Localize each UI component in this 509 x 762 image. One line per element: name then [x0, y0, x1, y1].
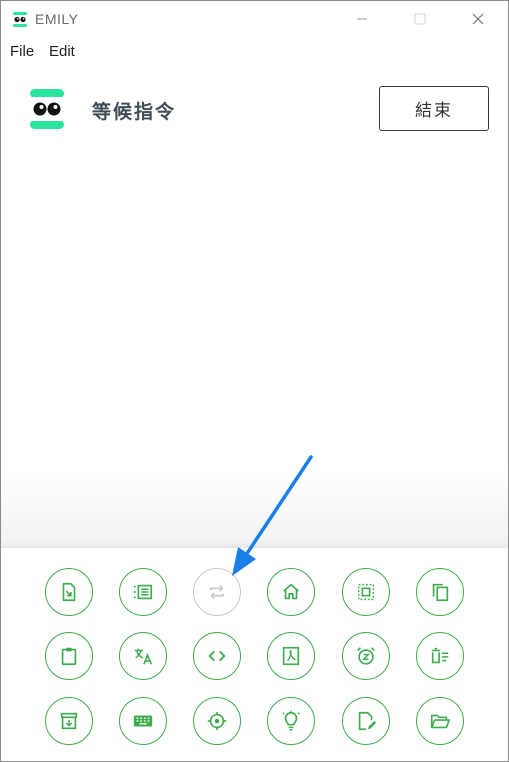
- list-icon: [133, 584, 153, 600]
- snooze-alarm-button[interactable]: [342, 632, 390, 680]
- menu-bar: File Edit: [1, 39, 508, 65]
- maximize-button[interactable]: [391, 1, 449, 37]
- title-bar[interactable]: EMILY: [1, 1, 508, 37]
- code-button[interactable]: [193, 632, 241, 680]
- translate-icon: [134, 648, 153, 665]
- crosshair-button[interactable]: [193, 697, 241, 745]
- home-icon: [283, 583, 299, 600]
- response-area: [1, 151, 508, 547]
- copy-button[interactable]: [416, 568, 464, 616]
- edit-file-icon: [358, 711, 377, 731]
- pdf-button[interactable]: [267, 632, 315, 680]
- list-button[interactable]: [119, 568, 167, 616]
- home-button[interactable]: [267, 568, 315, 616]
- clipboard-icon: [61, 647, 77, 666]
- edit-file-button[interactable]: [342, 697, 390, 745]
- close-window-button[interactable]: [449, 1, 507, 37]
- status-header: 等候指令 結束: [1, 81, 508, 141]
- file-export-button[interactable]: [45, 568, 93, 616]
- folder-open-icon: [430, 714, 450, 729]
- copy-icon: [432, 583, 449, 602]
- close-icon: [472, 13, 484, 25]
- minimize-icon: [357, 18, 367, 20]
- menu-edit[interactable]: Edit: [49, 43, 75, 60]
- snooze-alarm-icon: [357, 647, 375, 665]
- file-export-icon: [62, 582, 76, 602]
- end-button[interactable]: 結束: [379, 86, 489, 131]
- tool-panel: [1, 547, 508, 761]
- window-title: EMILY: [35, 11, 79, 27]
- lightbulb-button[interactable]: [267, 697, 315, 745]
- maximize-icon: [414, 13, 426, 25]
- status-text: 等候指令: [92, 102, 177, 123]
- select-all-icon: [357, 583, 375, 601]
- repeat-icon: [209, 584, 225, 600]
- archive-button[interactable]: [45, 697, 93, 745]
- keyboard-button[interactable]: [119, 697, 167, 745]
- delete-list-button[interactable]: [416, 632, 464, 680]
- select-all-button[interactable]: [342, 568, 390, 616]
- repeat-button[interactable]: [193, 568, 241, 616]
- code-icon: [208, 650, 226, 662]
- keyboard-icon: [133, 715, 153, 727]
- archive-icon: [60, 712, 78, 730]
- minimize-button[interactable]: [333, 1, 391, 37]
- clipboard-button[interactable]: [45, 632, 93, 680]
- pdf-icon: [282, 646, 300, 666]
- crosshair-icon: [207, 711, 227, 731]
- emily-logo-icon: [30, 89, 64, 129]
- app-window: EMILY File Edit 等候指令 結束: [0, 0, 509, 762]
- app-logo-icon: [13, 12, 27, 27]
- delete-list-icon: [431, 647, 449, 664]
- menu-file[interactable]: File: [10, 43, 34, 60]
- folder-open-button[interactable]: [416, 697, 464, 745]
- translate-button[interactable]: [119, 632, 167, 680]
- lightbulb-icon: [282, 710, 300, 731]
